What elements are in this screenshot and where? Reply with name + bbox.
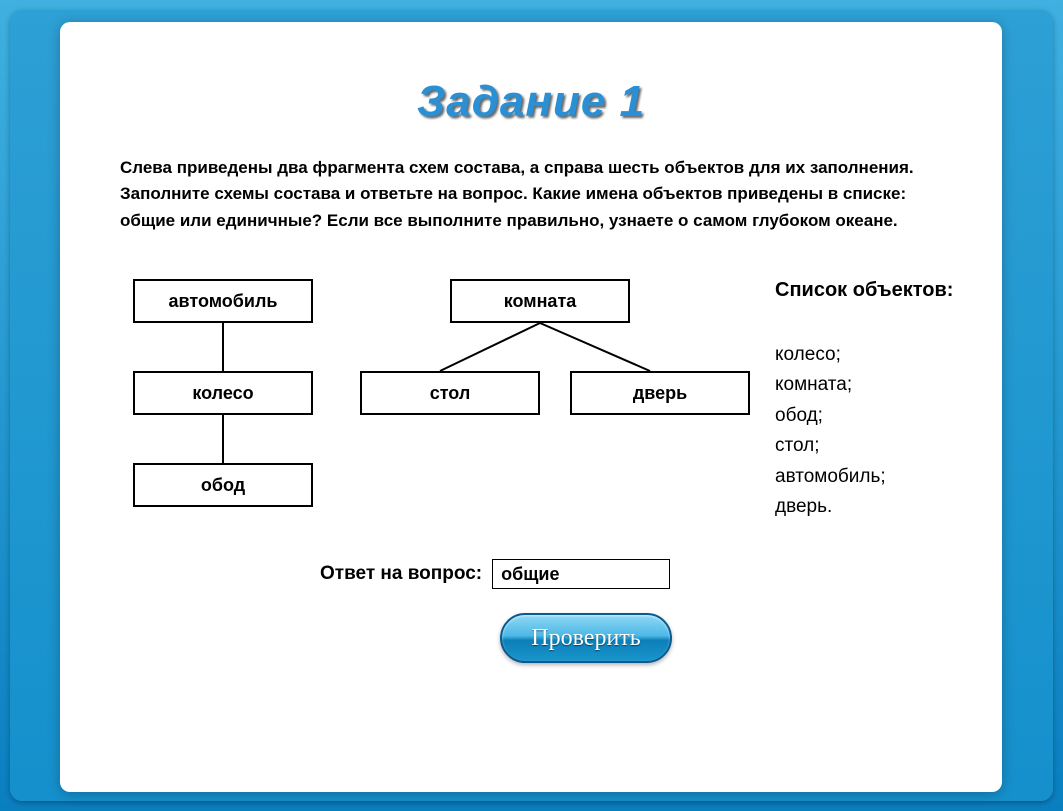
list-item: автомобиль; [775, 462, 1005, 492]
diagram-area: автомобиль колесо обод комната стол двер… [110, 279, 952, 579]
answer-label: Ответ на вопрос: [320, 563, 482, 585]
list-item: колесо; [775, 340, 1005, 370]
check-button[interactable]: Проверить [500, 613, 672, 663]
answer-input[interactable]: общие [492, 559, 670, 589]
task-title: Задание 1 [110, 77, 952, 127]
list-item: стол; [775, 431, 1005, 461]
diagram-box-rim[interactable]: обод [133, 463, 313, 507]
instructions-text: Слева приведены два фрагмента схем соста… [110, 155, 952, 234]
list-item: дверь. [775, 492, 1005, 522]
diagram-box-room[interactable]: комната [450, 279, 630, 323]
diagram-box-wheel[interactable]: колесо [133, 371, 313, 415]
list-item: обод; [775, 401, 1005, 431]
diagram-box-table[interactable]: стол [360, 371, 540, 415]
diagram-box-door[interactable]: дверь [570, 371, 750, 415]
diagram-box-auto[interactable]: автомобиль [133, 279, 313, 323]
object-list: Список объектов: колесо; комната; обод; … [775, 279, 1005, 522]
list-item: комната; [775, 370, 1005, 400]
object-list-title: Список объектов: [775, 279, 1005, 302]
